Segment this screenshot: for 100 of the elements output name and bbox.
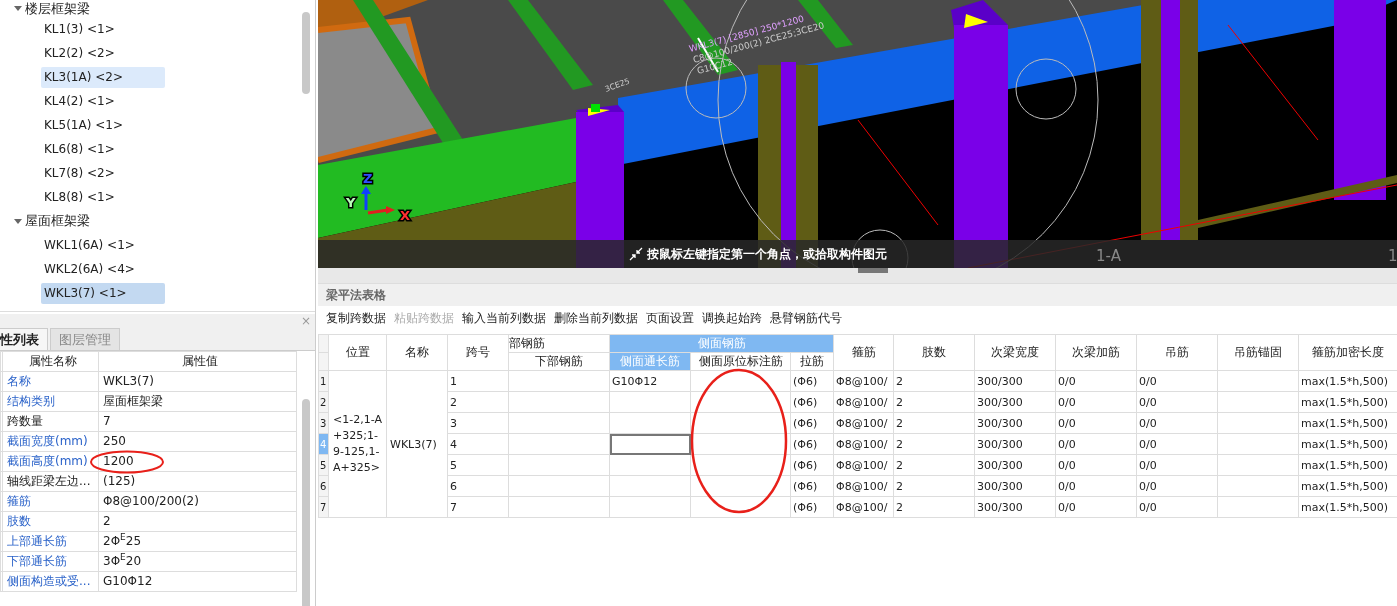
- column-header[interactable]: 箍筋: [833, 334, 894, 371]
- column-header[interactable]: 跨号: [447, 334, 509, 371]
- table-cell: 1: [447, 370, 509, 392]
- axis-letter: X: [400, 208, 411, 223]
- table-cell: 0/0: [1136, 454, 1218, 476]
- property-value[interactable]: 屋面框架梁: [98, 391, 297, 412]
- tree-item[interactable]: KL4(2) <1>: [41, 90, 165, 112]
- tree-item[interactable]: KL2(2) <2>: [41, 42, 165, 64]
- property-value[interactable]: Φ8@100/200(2): [98, 491, 297, 512]
- table-cell: 0/0: [1055, 370, 1137, 392]
- property-name: 名称: [2, 371, 99, 392]
- table-cell: Φ8@100/: [833, 496, 894, 518]
- toolbar-button[interactable]: 输入当前列数据: [458, 309, 550, 327]
- caret-icon[interactable]: [14, 218, 22, 224]
- table-cell: (Φ6): [790, 454, 834, 476]
- table-cell: 0/0: [1055, 475, 1137, 497]
- scrollbar[interactable]: [302, 12, 310, 94]
- table-cell: 0/0: [1136, 496, 1218, 518]
- table-cell: 2: [893, 391, 975, 413]
- table-cell: Φ8@100/: [833, 475, 894, 497]
- column-header[interactable]: 箍筋加密长度: [1298, 334, 1397, 371]
- property-name: 截面宽度(mm): [2, 431, 99, 452]
- column-header[interactable]: 名称: [386, 334, 448, 371]
- property-value[interactable]: 2Φ$^{E}$25: [98, 531, 297, 552]
- property-name: 肢数: [2, 511, 99, 532]
- table-cell: 300/300: [974, 496, 1056, 518]
- row-number[interactable]: 3: [318, 412, 329, 434]
- toolbar-button[interactable]: 调换起始跨: [698, 309, 766, 327]
- table-cell: 0/0: [1136, 412, 1218, 434]
- tree-group[interactable]: 屋面框架梁: [25, 212, 90, 230]
- axis-letter: Z: [363, 171, 373, 186]
- property-name: 轴线距梁左边...: [2, 471, 99, 492]
- column-header[interactable]: 吊筋锚固: [1217, 334, 1299, 371]
- column-header[interactable]: 肢数: [893, 334, 975, 371]
- tree-item[interactable]: KL5(1A) <1>: [41, 114, 165, 136]
- toolbar-button[interactable]: 复制跨数据: [322, 309, 390, 327]
- table-cell: 2: [893, 412, 975, 434]
- table-cell: 2: [447, 391, 509, 413]
- table-cell: 5: [447, 454, 509, 476]
- collapse-handle[interactable]: [857, 268, 888, 273]
- property-value[interactable]: G10Φ12: [98, 571, 297, 592]
- tree-item[interactable]: WKL2(6A) <4>: [41, 258, 165, 280]
- property-name: 结构类别: [2, 391, 99, 412]
- hint-text: 按鼠标左键指定第一个角点，或拾取构件图元: [646, 245, 887, 263]
- axis-gizmo-icon: [361, 186, 395, 215]
- table-cell: (Φ6): [790, 475, 834, 497]
- row-number[interactable]: 1: [318, 370, 329, 392]
- column-header[interactable]: 次梁加筋: [1055, 334, 1137, 371]
- table-cell: 300/300: [974, 412, 1056, 434]
- property-value[interactable]: 1200: [98, 451, 297, 472]
- column-header[interactable]: 位置: [328, 334, 387, 371]
- property-name: 上部通长筋: [2, 531, 99, 552]
- tree-item[interactable]: KL1(3) <1>: [41, 18, 165, 40]
- table-cell: (Φ6): [790, 496, 834, 518]
- cell-editor[interactable]: [609, 433, 691, 455]
- axis-label: 1: [1388, 247, 1397, 265]
- tree-item[interactable]: KL8(8) <1>: [41, 186, 165, 208]
- table-cell: 2: [893, 496, 975, 518]
- row-number[interactable]: 2: [318, 391, 329, 413]
- table-cell: 0/0: [1136, 433, 1218, 455]
- tree-item[interactable]: KL6(8) <1>: [41, 138, 165, 160]
- row-number[interactable]: 7: [318, 496, 329, 518]
- row-number[interactable]: 5: [318, 454, 329, 476]
- tree-item[interactable]: KL7(8) <2>: [41, 162, 165, 184]
- panel-title: 梁平法表格: [318, 283, 1397, 306]
- tab[interactable]: 性列表: [0, 328, 48, 350]
- tree-item[interactable]: WKL3(7) <1>: [41, 282, 165, 304]
- shrink-icon: [628, 247, 643, 261]
- table-cell: 3: [447, 412, 509, 434]
- property-name: 跨数量: [2, 411, 99, 432]
- table-cell: 0/0: [1055, 433, 1137, 455]
- property-value[interactable]: 7: [98, 411, 297, 432]
- table-cell: Φ8@100/: [833, 412, 894, 434]
- column-header[interactable]: 次梁宽度: [974, 334, 1056, 371]
- table-cell: 300/300: [974, 475, 1056, 497]
- property-value[interactable]: 2: [98, 511, 297, 532]
- property-value[interactable]: WKL3(7): [98, 371, 297, 392]
- row-number[interactable]: 6: [318, 475, 329, 497]
- table-cell: WKL3(7): [386, 370, 448, 518]
- column-header[interactable]: 吊筋: [1136, 334, 1218, 371]
- caret-icon[interactable]: [14, 6, 22, 11]
- axis-label: 1-A: [1096, 247, 1121, 265]
- property-value[interactable]: 250: [98, 431, 297, 452]
- property-value[interactable]: (125): [98, 471, 297, 492]
- table-cell: 2: [893, 433, 975, 455]
- tree-item[interactable]: KL3(1A) <2>: [41, 66, 165, 88]
- toolbar-button[interactable]: 页面设置: [642, 309, 698, 327]
- table-cell: 300/300: [974, 454, 1056, 476]
- table-cell: 300/300: [974, 433, 1056, 455]
- column-header: 属性值: [98, 351, 297, 372]
- toolbar-button[interactable]: 删除当前列数据: [550, 309, 642, 327]
- table-cell: Φ8@100/: [833, 370, 894, 392]
- property-value[interactable]: 3Φ$^{E}$20: [98, 551, 297, 572]
- tree-group[interactable]: 楼层框架梁: [25, 0, 90, 18]
- table-cell: 4: [447, 433, 509, 455]
- tree-item[interactable]: WKL1(6A) <1>: [41, 234, 165, 256]
- table-cell: 6: [447, 475, 509, 497]
- column-group-header[interactable]: 部钢筋: [508, 334, 610, 353]
- toolbar-button[interactable]: 悬臂钢筋代号: [766, 309, 846, 327]
- table-cell: 2: [893, 370, 975, 392]
